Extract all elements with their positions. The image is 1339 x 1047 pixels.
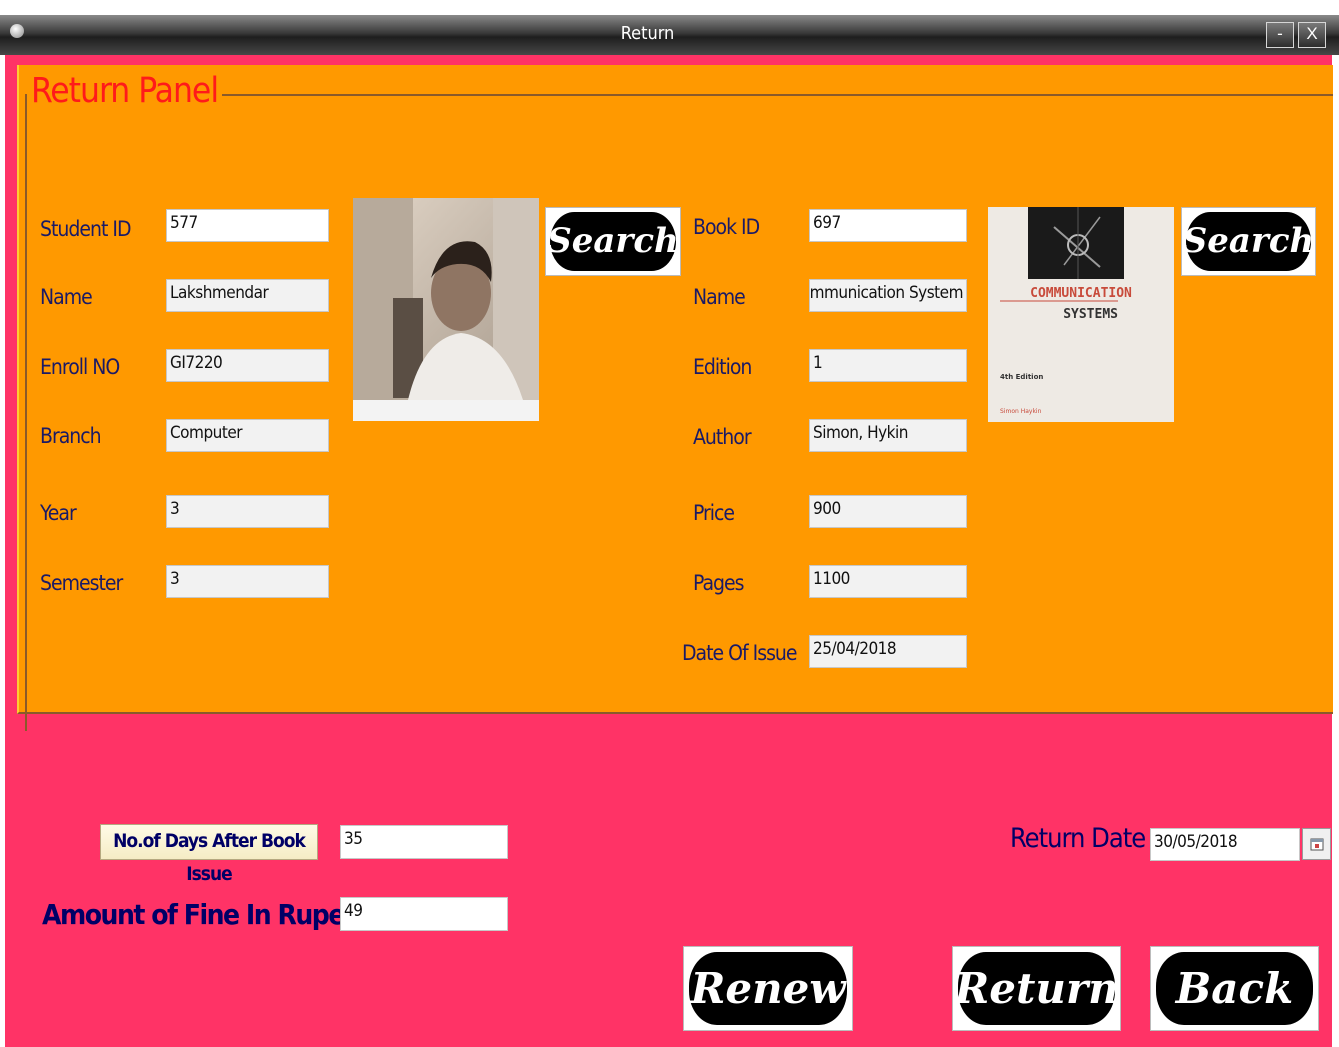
back-button[interactable]: Back	[1150, 946, 1319, 1031]
book-cover: COMMUNICATION SYSTEMS 4th Edition Simon …	[988, 207, 1174, 422]
branch-field[interactable]: Computer	[166, 419, 329, 452]
minimize-button[interactable]: -	[1266, 22, 1294, 48]
book-search-label: Search	[1183, 212, 1314, 271]
year-label: Year	[40, 501, 77, 525]
enroll-no-field[interactable]: GI7220	[166, 349, 329, 382]
window-title: Return	[620, 23, 675, 44]
book-cover-image: COMMUNICATION SYSTEMS 4th Edition Simon …	[988, 207, 1174, 422]
book-name-label: Name	[693, 285, 746, 309]
book-id-input[interactable]: 697	[809, 209, 967, 242]
student-id-label: Student ID	[40, 217, 131, 241]
calendar-button[interactable]	[1302, 828, 1331, 860]
book-search-button[interactable]: Search	[1181, 207, 1316, 276]
return-label: Return	[954, 951, 1119, 1026]
edition-label: Edition	[693, 355, 752, 379]
semester-field[interactable]: 3	[166, 565, 329, 598]
panel-title: Return Panel	[27, 71, 223, 111]
fine-amount-label: Amount of Fine In Rupees	[42, 898, 375, 931]
fine-amount-field[interactable]: 49	[340, 897, 508, 931]
student-photo-image	[353, 198, 539, 421]
calendar-icon	[1310, 838, 1323, 851]
book-name-value: Communication System	[809, 283, 964, 303]
student-id-input[interactable]: 577	[166, 209, 329, 242]
return-button[interactable]: Return	[952, 946, 1121, 1031]
student-photo	[353, 198, 539, 421]
renew-label: Renew	[689, 951, 847, 1026]
student-name-label: Name	[40, 285, 93, 309]
author-label: Author	[693, 425, 752, 449]
book-name-field[interactable]: Communication System	[809, 279, 967, 312]
days-after-issue-button[interactable]: No.of Days After Book Issue	[100, 824, 318, 885]
date-of-issue-label: Date Of Issue	[682, 641, 798, 665]
book-id-label: Book ID	[693, 215, 760, 239]
cover-title-line2: SYSTEMS	[1063, 307, 1118, 322]
cover-edition: 4th Edition	[1000, 373, 1043, 381]
renew-button[interactable]: Renew	[683, 946, 853, 1031]
cover-author: Simon Haykin	[1000, 408, 1042, 415]
return-window: Return - X Return Panel Student ID Name …	[0, 0, 1339, 1047]
close-button[interactable]: X	[1298, 22, 1326, 48]
semester-label: Semester	[40, 571, 123, 595]
edition-field[interactable]: 1	[809, 349, 967, 382]
student-search-label: Search	[547, 212, 679, 271]
price-label: Price	[693, 501, 735, 525]
days-after-issue-field[interactable]: 35	[340, 825, 508, 859]
back-label: Back	[1156, 951, 1313, 1026]
enroll-no-label: Enroll NO	[40, 355, 120, 379]
return-date-label: Return Date	[1010, 823, 1146, 854]
date-of-issue-field[interactable]: 25/04/2018	[809, 635, 967, 668]
return-date-field[interactable]: 30/05/2018	[1150, 828, 1300, 861]
student-search-button[interactable]: Search	[545, 207, 681, 276]
student-name-field[interactable]: Lakshmendar	[166, 279, 329, 312]
cover-title-line1: COMMUNICATION	[1030, 286, 1132, 301]
author-field[interactable]: Simon, Hykin	[809, 419, 967, 452]
pages-field[interactable]: 1100	[809, 565, 967, 598]
year-field[interactable]: 3	[166, 495, 329, 528]
price-field[interactable]: 900	[809, 495, 967, 528]
branch-label: Branch	[40, 424, 102, 448]
pages-label: Pages	[693, 571, 744, 595]
